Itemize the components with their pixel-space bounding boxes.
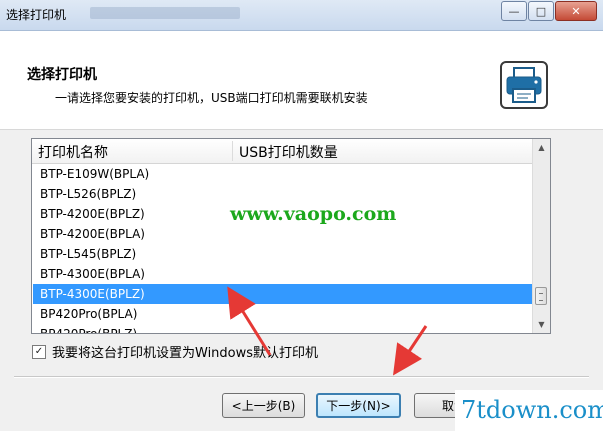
dialog-header: 选择打印机 一请选择您要安装的打印机，USB端口打印机需要联机安装 bbox=[0, 31, 603, 130]
scroll-down-arrow-icon[interactable]: ▼ bbox=[533, 316, 550, 333]
close-button[interactable]: ✕ bbox=[555, 1, 597, 21]
install-printer-dialog: 选择打印机 — □ ✕ 选择打印机 一请选择您要安装的打印机，USB端口打印机需… bbox=[0, 0, 603, 431]
default-printer-label[interactable]: 我要将这台打印机设置为Windows默认打印机 bbox=[52, 342, 318, 361]
list-item[interactable]: BTP-E109W(BPLA) bbox=[33, 164, 532, 184]
minimize-button[interactable]: — bbox=[501, 1, 527, 21]
printer-name: BTP-L545(BPLZ) bbox=[40, 247, 137, 261]
next-button[interactable]: 下一步(N)> bbox=[316, 393, 401, 418]
blurred-title-text bbox=[90, 7, 240, 19]
list-item[interactable]: BTP-L526(BPLZ) bbox=[33, 184, 532, 204]
printer-list[interactable]: 打印机名称 USB打印机数量 BTP-E109W(BPLA) BTP-L526(B… bbox=[31, 138, 551, 334]
column-header-usb-count[interactable]: USB打印机数量 bbox=[239, 142, 338, 162]
printer-name: BP420Pro(BPLA) bbox=[40, 307, 138, 321]
list-item[interactable]: BP420Pro(BPLZ) bbox=[33, 324, 532, 334]
window-controls: — □ ✕ bbox=[501, 1, 597, 21]
column-divider[interactable] bbox=[232, 141, 233, 161]
printer-name: BTP-E109W(BPLA) bbox=[40, 167, 150, 181]
list-item[interactable]: BTP-4200E(BPLA) bbox=[33, 224, 532, 244]
scroll-up-arrow-icon[interactable]: ▲ bbox=[533, 139, 550, 156]
list-item[interactable]: BTP-L545(BPLZ) bbox=[33, 244, 532, 264]
watermark-7tdown: 7tdown.com bbox=[461, 396, 603, 424]
page-subtitle: 一请选择您要安装的打印机，USB端口打印机需要联机安装 bbox=[55, 91, 368, 105]
vertical-scrollbar[interactable]: ▲ ▼ bbox=[532, 139, 550, 333]
printer-icon bbox=[500, 61, 548, 109]
maximize-button[interactable]: □ bbox=[528, 1, 554, 21]
printer-name: BP420Pro(BPLZ) bbox=[40, 327, 138, 334]
column-header-printer-name[interactable]: 打印机名称 bbox=[38, 142, 108, 162]
title-bar[interactable]: 选择打印机 — □ ✕ bbox=[0, 0, 603, 31]
back-button[interactable]: <上一步(B) bbox=[222, 393, 305, 418]
watermark-vaopo: www.vaopo.com bbox=[230, 203, 397, 225]
printer-name: BTP-4200E(BPLA) bbox=[40, 227, 145, 241]
list-item[interactable]: BTP-4300E(BPLZ) bbox=[33, 284, 532, 304]
default-printer-option[interactable]: ✓ 我要将这台打印机设置为Windows默认打印机 bbox=[32, 342, 318, 361]
list-header: 打印机名称 USB打印机数量 bbox=[32, 139, 532, 164]
printer-name: BTP-4300E(BPLZ) bbox=[40, 287, 145, 301]
scrollbar-thumb[interactable] bbox=[535, 287, 547, 305]
printer-name: BTP-L526(BPLZ) bbox=[40, 187, 137, 201]
printer-name: BTP-4200E(BPLZ) bbox=[40, 207, 145, 221]
list-item[interactable]: BP420Pro(BPLA) bbox=[33, 304, 532, 324]
page-title: 选择打印机 bbox=[27, 67, 97, 83]
footer-divider bbox=[14, 376, 589, 378]
window-title: 选择打印机 bbox=[6, 8, 67, 22]
list-item[interactable]: BTP-4300E(BPLA) bbox=[33, 264, 532, 284]
default-printer-checkbox[interactable]: ✓ bbox=[32, 344, 46, 359]
printer-name: BTP-4300E(BPLA) bbox=[40, 267, 145, 281]
